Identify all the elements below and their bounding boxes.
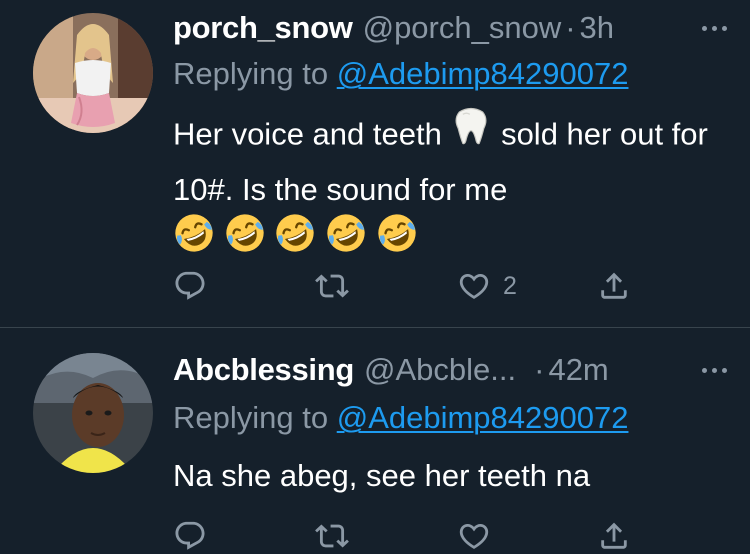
tweet-text: Na she abeg, see her teeth na bbox=[173, 458, 591, 493]
user-handle[interactable]: @Abcble... bbox=[364, 352, 516, 388]
retweet-button[interactable] bbox=[315, 518, 349, 554]
like-icon bbox=[457, 269, 491, 303]
share-icon bbox=[597, 519, 631, 553]
retweet-button[interactable] bbox=[315, 268, 349, 304]
replying-to-line: Replying to @Adebimp84290072 bbox=[173, 56, 628, 92]
tweet-text-part: Her voice and teeth bbox=[173, 116, 451, 152]
reply-icon bbox=[173, 519, 207, 553]
replying-to-label: Replying to bbox=[173, 56, 337, 91]
timestamp[interactable]: 3h bbox=[580, 10, 614, 46]
like-count: 2 bbox=[503, 271, 517, 300]
rolling-on-floor-laughing-emoji bbox=[274, 212, 316, 269]
like-button[interactable] bbox=[457, 518, 491, 554]
timestamp[interactable]: 42m bbox=[548, 352, 608, 388]
rolling-on-floor-laughing-emoji bbox=[173, 212, 215, 269]
emoji-row bbox=[173, 224, 418, 259]
rolling-on-floor-laughing-emoji bbox=[325, 212, 367, 269]
rolling-on-floor-laughing-emoji bbox=[224, 212, 266, 269]
display-name[interactable]: porch_snow bbox=[173, 10, 353, 46]
mention-link[interactable]: @Adebimp84290072 bbox=[337, 400, 629, 435]
like-button[interactable]: 2 bbox=[457, 268, 517, 304]
share-icon bbox=[597, 269, 631, 303]
tweet-porch-snow[interactable]: porch_snow @porch_snow · 3h Replying to … bbox=[0, 0, 750, 327]
reply-icon bbox=[173, 269, 207, 303]
tweet-header: porch_snow @porch_snow · 3h bbox=[173, 6, 730, 50]
retweet-icon bbox=[315, 519, 349, 553]
mention-link[interactable]: @Adebimp84290072 bbox=[337, 56, 629, 91]
separator: · bbox=[534, 352, 545, 387]
reply-button[interactable] bbox=[173, 268, 207, 304]
tooth-emoji bbox=[450, 105, 492, 162]
like-icon bbox=[457, 519, 491, 553]
share-button[interactable] bbox=[597, 268, 631, 304]
tweet-actions: 2 bbox=[173, 268, 643, 304]
retweet-icon bbox=[315, 269, 349, 303]
avatar[interactable] bbox=[33, 353, 153, 473]
reply-feed: porch_snow @porch_snow · 3h Replying to … bbox=[0, 0, 750, 554]
tweet-header: Abcblessing @Abcble... · 42m bbox=[173, 348, 730, 392]
avatar[interactable] bbox=[33, 13, 153, 133]
tweet-actions bbox=[173, 518, 643, 554]
more-icon[interactable] bbox=[702, 348, 727, 392]
more-icon[interactable] bbox=[702, 6, 727, 50]
reply-button[interactable] bbox=[173, 518, 207, 554]
user-handle[interactable]: @porch_snow bbox=[363, 10, 562, 46]
share-button[interactable] bbox=[597, 518, 631, 554]
tweet-text: Her voice and teeth sold her out for 10#… bbox=[173, 105, 720, 272]
display-name[interactable]: Abcblessing bbox=[173, 352, 354, 388]
separator: · bbox=[565, 10, 576, 45]
replying-to-label: Replying to bbox=[173, 400, 337, 435]
replying-to-line: Replying to @Adebimp84290072 bbox=[173, 400, 628, 436]
rolling-on-floor-laughing-emoji bbox=[376, 212, 418, 269]
tweet-abcblessing[interactable]: Abcblessing @Abcble... · 42m Replying to… bbox=[0, 328, 750, 554]
